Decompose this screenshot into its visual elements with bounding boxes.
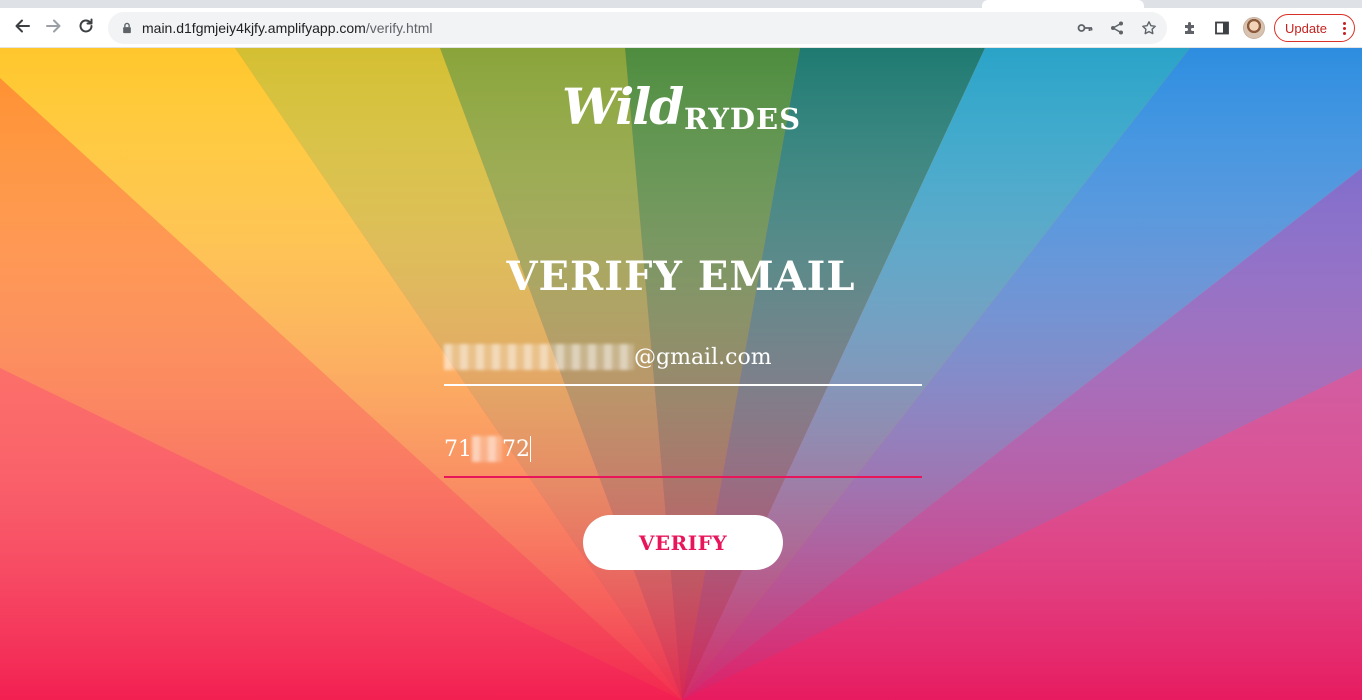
wild-rydes-logo[interactable]: Wild RYDES bbox=[562, 78, 822, 140]
url-host: main.d1fgmjeiy4kjfy.amplifyapp.com bbox=[142, 20, 366, 36]
reload-icon bbox=[77, 17, 95, 40]
key-icon[interactable] bbox=[1075, 18, 1095, 38]
email-value: @gmail.com bbox=[444, 344, 772, 370]
code-suffix: 72 bbox=[502, 437, 530, 462]
email-field[interactable]: @gmail.com bbox=[444, 338, 922, 386]
side-panel-icon[interactable] bbox=[1212, 18, 1232, 38]
back-button[interactable] bbox=[8, 14, 36, 42]
code-value: 71 72 bbox=[444, 436, 531, 462]
page-title: VERIFY EMAIL bbox=[506, 253, 856, 300]
tab-strip bbox=[0, 0, 1362, 8]
share-icon[interactable] bbox=[1107, 18, 1127, 38]
verification-code-field[interactable]: 71 72 bbox=[444, 430, 922, 478]
forward-button[interactable] bbox=[40, 14, 68, 42]
code-prefix: 71 bbox=[444, 437, 472, 462]
lock-icon[interactable] bbox=[120, 21, 134, 35]
profile-avatar[interactable] bbox=[1243, 17, 1265, 39]
url-path: /verify.html bbox=[365, 20, 433, 36]
logo-block-text: RYDES bbox=[684, 102, 802, 136]
forward-arrow-icon bbox=[45, 17, 63, 40]
reload-button[interactable] bbox=[72, 14, 100, 42]
text-caret bbox=[530, 436, 531, 462]
redacted-code-digits bbox=[472, 436, 502, 462]
browser-toolbar: main.d1fgmjeiy4kjfy.amplifyapp.com/verif… bbox=[0, 8, 1362, 48]
puzzle-icon[interactable] bbox=[1180, 18, 1200, 38]
url-text[interactable]: main.d1fgmjeiy4kjfy.amplifyapp.com/verif… bbox=[142, 20, 432, 36]
star-icon[interactable] bbox=[1139, 18, 1159, 38]
address-bar[interactable]: main.d1fgmjeiy4kjfy.amplifyapp.com/verif… bbox=[108, 12, 1167, 44]
logo-script-text: Wild bbox=[562, 77, 684, 136]
email-domain: @gmail.com bbox=[634, 345, 772, 370]
page-background: Wild RYDES VERIFY EMAIL @gmail.com 71 72 … bbox=[0, 48, 1362, 700]
verify-button[interactable]: VERIFY bbox=[583, 515, 783, 570]
kebab-menu-icon[interactable] bbox=[1342, 22, 1346, 35]
update-button[interactable]: Update bbox=[1274, 14, 1355, 42]
redacted-email-user bbox=[444, 344, 634, 370]
active-tab[interactable] bbox=[982, 0, 1144, 8]
back-arrow-icon bbox=[13, 17, 31, 40]
update-label: Update bbox=[1285, 21, 1327, 36]
